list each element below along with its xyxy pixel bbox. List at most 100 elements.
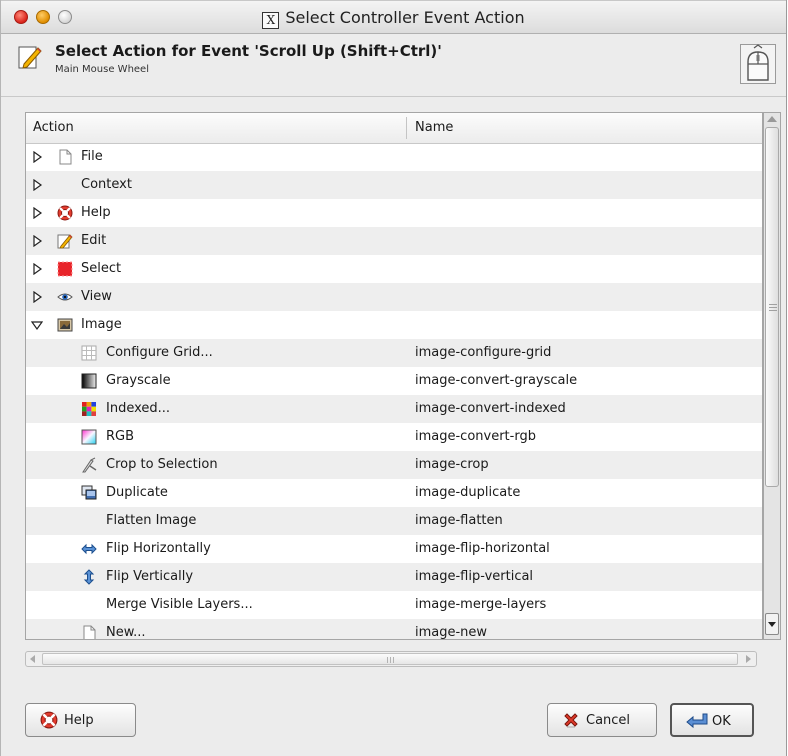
scroll-grip — [769, 310, 777, 311]
tree-row-flip-horizontal[interactable]: Flip Horizontally image-flip-horizontal — [26, 535, 762, 563]
tree-row-label: Indexed... — [106, 401, 171, 416]
tree-row-label: Crop to Selection — [106, 457, 218, 472]
tree-row-flatten[interactable]: Flatten Image image-flatten — [26, 507, 762, 535]
help-lifebuoy-icon — [57, 205, 73, 221]
tree-row-help[interactable]: Help — [26, 199, 762, 227]
tree-row-indexed[interactable]: Indexed... image-convert-indexed — [26, 395, 762, 423]
help-button[interactable]: Help — [25, 703, 136, 737]
tree-row-label: Select — [81, 261, 122, 276]
tree-row-grayscale[interactable]: Grayscale image-convert-grayscale — [26, 367, 762, 395]
tree-row-merge-layers[interactable]: Merge Visible Layers... image-merge-laye… — [26, 591, 762, 619]
tree-row-name: image-flatten — [415, 513, 503, 528]
ok-button[interactable]: OK — [670, 703, 754, 737]
tree-row-label: Flatten Image — [106, 513, 197, 528]
help-button-label: Help — [64, 713, 94, 728]
expanded-triangle-icon[interactable] — [31, 319, 43, 331]
eye-icon — [57, 293, 73, 301]
dialog-subtitle: Main Mouse Wheel — [55, 64, 149, 75]
crop-icon — [82, 457, 97, 473]
tree-row-label: Merge Visible Layers... — [106, 597, 253, 612]
tree-row-name: image-convert-indexed — [415, 401, 566, 416]
tree-row-edit[interactable]: Edit — [26, 227, 762, 255]
tree-row-label: New... — [106, 625, 146, 640]
scroll-grip — [390, 657, 391, 663]
tree-row-label: Help — [81, 205, 111, 220]
dialog-header: Select Action for Event 'Scroll Up (Shif… — [1, 34, 786, 97]
collapsed-triangle-icon[interactable] — [31, 291, 43, 303]
tree-header: Action Name — [26, 113, 762, 144]
flip-vertical-icon — [83, 569, 95, 585]
file-icon — [59, 149, 72, 165]
tree-row-label: Context — [81, 177, 132, 192]
tree-row-flip-vertical[interactable]: Flip Vertically image-flip-vertical — [26, 563, 762, 591]
column-separator[interactable] — [406, 117, 407, 139]
horizontal-scrollbar[interactable] — [25, 651, 757, 667]
mouse-icon — [740, 44, 776, 84]
tree-row-name: image-duplicate — [415, 485, 521, 500]
collapsed-triangle-icon[interactable] — [31, 179, 43, 191]
tree-row-name: image-merge-layers — [415, 597, 547, 612]
tree-row-label: Duplicate — [106, 485, 168, 500]
tree-row-label: Image — [81, 317, 122, 332]
help-lifebuoy-icon — [40, 711, 58, 729]
tree-row-label: View — [81, 289, 112, 304]
grid-icon — [81, 345, 97, 361]
column-header-name[interactable]: Name — [415, 120, 453, 135]
tree-row-context[interactable]: Context — [26, 171, 762, 199]
tree-row-name: image-convert-grayscale — [415, 373, 578, 388]
tree-row-view[interactable]: View — [26, 283, 762, 311]
duplicate-icon — [81, 485, 97, 500]
window-title: Select Controller Event Action — [285, 8, 525, 27]
scroll-down-arrow-icon[interactable] — [765, 613, 779, 635]
cancel-button-label: Cancel — [586, 713, 631, 728]
tree-row-label: Configure Grid... — [106, 345, 213, 360]
tree-row-image[interactable]: Image — [26, 311, 762, 339]
action-tree: Action Name File Context Help Edit Selec… — [25, 112, 763, 640]
tree-row-name: image-crop — [415, 457, 489, 472]
indexed-icon — [82, 402, 96, 416]
collapsed-triangle-icon[interactable] — [31, 235, 43, 247]
tree-row-name: image-flip-vertical — [415, 569, 534, 584]
scroll-left-arrow-icon[interactable] — [30, 655, 35, 663]
x11-app-icon: X — [262, 12, 280, 29]
horizontal-scroll-thumb[interactable] — [42, 653, 738, 665]
title-bar: X Select Controller Event Action — [1, 0, 786, 34]
collapsed-triangle-icon[interactable] — [31, 151, 43, 163]
collapsed-triangle-icon[interactable] — [31, 207, 43, 219]
file-icon — [83, 625, 96, 639]
tree-row-label: File — [81, 149, 103, 164]
edit-icon — [57, 234, 73, 249]
tree-row-label: Edit — [81, 233, 107, 248]
tree-row-label: RGB — [106, 429, 135, 444]
select-icon — [57, 261, 73, 277]
image-icon — [57, 318, 73, 332]
scroll-grip — [769, 304, 777, 305]
column-header-action[interactable]: Action — [33, 120, 74, 135]
tree-row-select[interactable]: Select — [26, 255, 762, 283]
tree-row-file[interactable]: File — [26, 143, 762, 171]
vertical-scroll-thumb[interactable] — [765, 127, 779, 487]
tree-row-crop[interactable]: Crop to Selection image-crop — [26, 451, 762, 479]
collapsed-triangle-icon[interactable] — [31, 263, 43, 275]
rgb-icon — [81, 429, 97, 445]
tree-row-label: Grayscale — [106, 373, 171, 388]
tree-row-configure-grid[interactable]: Configure Grid... image-configure-grid — [26, 339, 762, 367]
tree-row-label: Flip Vertically — [106, 569, 194, 584]
tree-row-name: image-flip-horizontal — [415, 541, 550, 556]
scroll-grip — [769, 307, 777, 308]
vertical-scrollbar[interactable] — [763, 112, 781, 640]
tree-row-name: image-convert-rgb — [415, 429, 536, 444]
tree-row-label: Flip Horizontally — [106, 541, 211, 556]
tree-row-name: image-configure-grid — [415, 345, 552, 360]
tree-row-duplicate[interactable]: Duplicate image-duplicate — [26, 479, 762, 507]
scroll-right-arrow-icon[interactable] — [746, 655, 751, 663]
tree-rows: File Context Help Edit Select View Image… — [26, 143, 762, 640]
tree-row-new[interactable]: New... image-new — [26, 619, 762, 640]
scroll-up-arrow-icon[interactable] — [767, 116, 777, 122]
cancel-icon — [564, 713, 578, 728]
dialog-window: X Select Controller Event Action Select A… — [0, 0, 787, 756]
scroll-grip — [393, 657, 394, 663]
cancel-button[interactable]: Cancel — [547, 703, 657, 737]
tree-row-rgb[interactable]: RGB image-convert-rgb — [26, 423, 762, 451]
ok-return-icon — [686, 713, 708, 729]
